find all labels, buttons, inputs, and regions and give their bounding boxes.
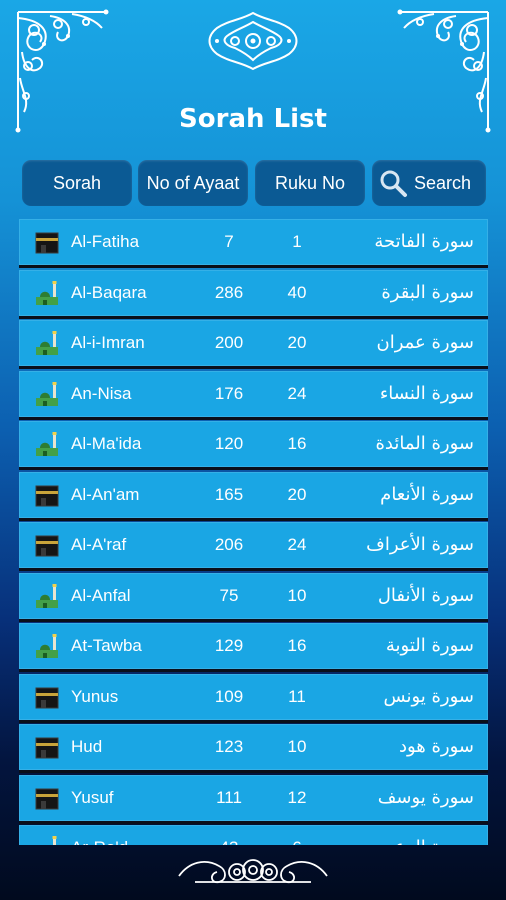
- mosque-icon: [33, 632, 61, 660]
- ayaat-count: 206: [214, 535, 244, 554]
- ruku-count: 10: [287, 585, 307, 605]
- mosque-icon: [33, 279, 61, 307]
- ruku-count: 6: [267, 825, 327, 845]
- arabic-name: سورة الأعراف: [366, 534, 474, 555]
- ayaat-count: 286: [214, 282, 244, 302]
- list-item[interactable]: An-Nisa 176 24 سورة النساء: [19, 370, 488, 420]
- tab-no-of-ayaat[interactable]: No of Ayaat: [138, 160, 248, 206]
- arabic-name: سورة البقرة: [381, 281, 474, 303]
- sorah-name: An-Nisa: [71, 383, 132, 403]
- list-item[interactable]: Yunus 109 11 سورة يونس: [19, 673, 488, 723]
- sorah-name: Al-Fatiha: [71, 232, 140, 251]
- arabic-name: سورة الفاتحة: [374, 231, 474, 252]
- center-ornament-icon: [208, 11, 298, 71]
- sorah-name: At-Tawba: [71, 636, 142, 655]
- ayaat-count: 120: [214, 434, 244, 453]
- ayaat-count: 123: [214, 737, 244, 756]
- sorah-name: Al-Baqara: [71, 282, 147, 302]
- ruku-count: 20: [287, 484, 307, 504]
- list-item[interactable]: Al-An'am 165 20 سورة الأنعام: [19, 471, 488, 521]
- list-item[interactable]: At-Tawba 129 16 سورة التوبة: [19, 623, 488, 672]
- sorah-name: Al-i-Imran: [71, 333, 145, 352]
- sorah-name: Al-An'am: [71, 484, 140, 504]
- ruku-count: 40: [287, 282, 307, 302]
- sorah-name: Yunus: [71, 686, 119, 706]
- mosque-icon: [33, 329, 61, 357]
- list-item[interactable]: Yusuf 111 12 سورة يوسف: [19, 774, 488, 824]
- arabic-name: سورة يوسف: [377, 786, 474, 808]
- list-item[interactable]: Al-Baqara 286 40 سورة البقرة: [19, 269, 488, 319]
- list-item[interactable]: Al-Ma'ida 120 16 سورة المائدة: [19, 421, 488, 470]
- arabic-name: سورة الأنعام: [380, 483, 474, 505]
- ayaat-count: 111: [216, 787, 242, 807]
- kaaba-icon: [33, 228, 61, 256]
- arabic-name: سورة الأنفال: [377, 584, 474, 606]
- sorah-name: Ar-Ra'd: [71, 825, 128, 845]
- ayaat-count: 129: [214, 636, 244, 655]
- ayaat-count: 109: [214, 686, 244, 706]
- footer-ornament-icon: [178, 859, 328, 884]
- sorah-name: Yusuf: [71, 787, 114, 807]
- mosque-icon: [33, 582, 61, 610]
- kaaba-icon: [33, 531, 61, 559]
- kaaba-icon: [33, 733, 61, 761]
- arabic-name: سورة يونس: [383, 685, 475, 707]
- ruku-count: 24: [287, 535, 307, 554]
- ruku-count: 10: [287, 737, 307, 756]
- ayaat-count: 176: [214, 383, 244, 403]
- ayaat-count: 75: [219, 585, 239, 605]
- arabic-name: سورة المائدة: [375, 433, 475, 454]
- ruku-count: 12: [287, 787, 307, 807]
- search-button[interactable]: Search: [372, 160, 486, 206]
- kaaba-icon: [33, 683, 61, 711]
- arabic-name: سورة هود: [398, 736, 474, 757]
- list-item[interactable]: Al-i-Imran 200 20 سورة عمران: [19, 320, 488, 369]
- tab-sorah[interactable]: Sorah: [22, 160, 132, 206]
- tab-ruku-no[interactable]: Ruku No: [255, 160, 365, 206]
- ayaat-count: 165: [214, 484, 244, 504]
- list-item[interactable]: Al-A'raf 206 24 سورة الأعراف: [19, 522, 488, 571]
- arabic-name: سورة عمران: [376, 332, 474, 353]
- kaaba-icon: [33, 784, 61, 812]
- mosque-icon: [33, 834, 61, 845]
- sorah-name: Al-Ma'ida: [71, 434, 142, 453]
- ayaat-count: 43: [194, 825, 264, 845]
- ruku-count: 16: [287, 636, 307, 655]
- search-label: Search: [414, 172, 472, 193]
- ruku-count: 24: [287, 383, 307, 403]
- ruku-count: 20: [287, 333, 307, 352]
- list-item[interactable]: Hud 123 10 سورة هود: [19, 724, 488, 773]
- arabic-name: سورة التوبة: [385, 635, 474, 656]
- arabic-name: سورة النساء: [379, 382, 474, 404]
- page-title: Sorah List: [179, 104, 327, 134]
- sorah-list: Al-Fatiha 7 1 سورة الفاتحة Al-Baqara 286 40 سور…: [19, 219, 488, 845]
- sorah-name: Al-A'raf: [71, 535, 127, 554]
- ruku-count: 11: [288, 686, 306, 706]
- sort-tabs: Sorah No of Ayaat Ruku No Search: [22, 160, 486, 206]
- ruku-count: 16: [287, 434, 307, 453]
- sorah-name: Hud: [71, 737, 103, 756]
- list-item[interactable]: Ar-Ra'd 436 سورة الرعد: [19, 825, 488, 845]
- ruku-count: 1: [292, 232, 302, 251]
- mosque-icon: [33, 430, 61, 458]
- list-item[interactable]: Al-Anfal 75 10 سورة الأنفال: [19, 572, 488, 622]
- sorah-name: Al-Anfal: [71, 585, 131, 605]
- search-icon: [380, 170, 407, 197]
- mosque-icon: [33, 380, 61, 408]
- list-item[interactable]: Al-Fatiha 7 1 سورة الفاتحة: [19, 219, 488, 268]
- arabic-name: سورة الرعد: [385, 825, 474, 845]
- ayaat-count: 200: [214, 333, 244, 352]
- kaaba-icon: [33, 481, 61, 509]
- ayaat-count: 7: [224, 232, 234, 251]
